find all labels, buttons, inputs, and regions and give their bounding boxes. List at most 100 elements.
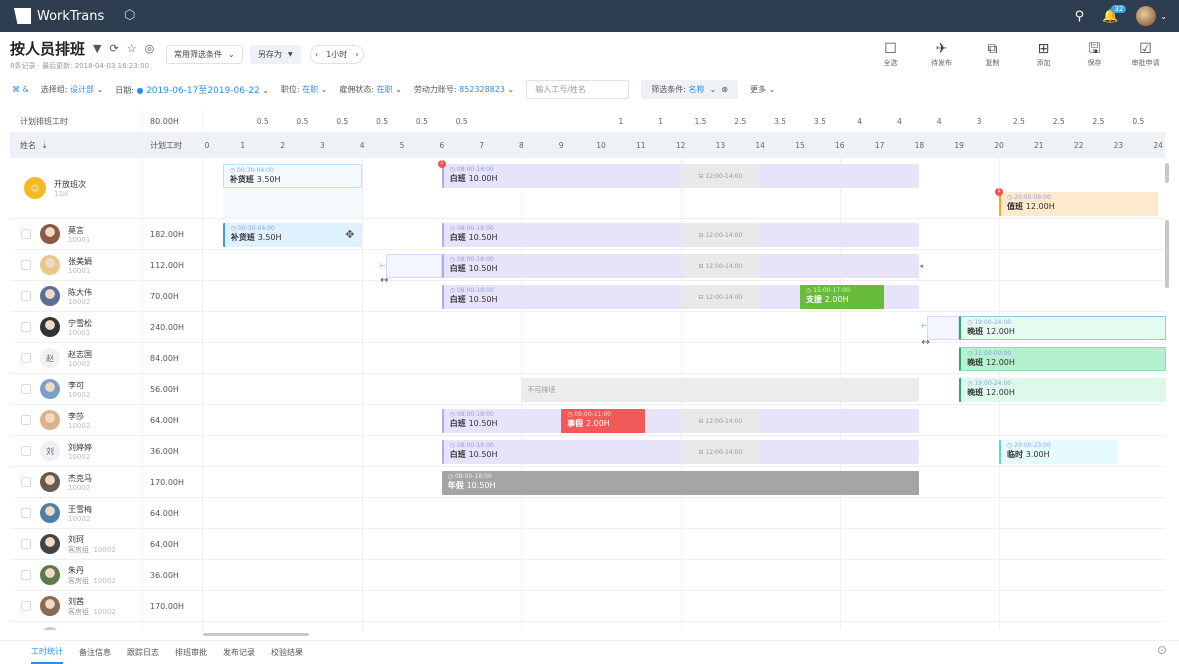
hour-tick: 12 (675, 141, 686, 150)
tab-4[interactable]: 发布记录 (223, 647, 255, 658)
row-checkbox[interactable] (21, 601, 31, 611)
hour-tick: 3 (320, 141, 325, 150)
shift-block[interactable]: ◷ 09:00-11:00 事假 2.00H (561, 409, 645, 433)
shift-block[interactable]: ◷ 15:00-17:00 支援 2.00H (800, 285, 884, 309)
clear-icon[interactable]: ⊗ (721, 85, 728, 94)
clipboard-check-icon: ☑ (1139, 41, 1152, 57)
shift-label: 支援 (806, 295, 822, 304)
add-button[interactable]: ⊞ 添加 (1018, 40, 1069, 68)
clock-icon: ◷ (449, 442, 457, 449)
shift-block[interactable]: ◷ 19:00-24:00 晚班 12.00H (959, 378, 1167, 402)
shift-drag-preview[interactable] (927, 316, 960, 340)
horizontal-scrollbar[interactable] (203, 633, 309, 636)
employment-filter[interactable]: 雇佣状态: 在职 ⌄ (339, 84, 402, 95)
row-checkbox[interactable] (21, 570, 31, 580)
command-icon[interactable]: ⌘ & (12, 85, 29, 94)
table-row: 刘珂 客房组 10002 64.00H (10, 529, 1165, 560)
row-checkbox[interactable] (21, 229, 31, 239)
shift-block[interactable]: ◷ 12:00-00:00 晚班 12.00H (959, 347, 1167, 371)
break-time: 12:00-14:00 (705, 172, 743, 180)
cube-icon[interactable]: ⬡ (124, 8, 135, 23)
hour-tick: 13 (715, 141, 726, 150)
hour-tick: 1 (240, 141, 246, 150)
row-checkbox[interactable] (21, 508, 31, 518)
send-button[interactable]: ✈ 待发布 (916, 40, 967, 68)
row-checkbox[interactable] (21, 322, 31, 332)
action-label: 复制 (985, 59, 1000, 67)
condition-filter[interactable]: 筛选条件: 名称 ⌄ ⊗ (641, 79, 739, 99)
collapse-icon[interactable]: ⊙ (1157, 643, 1167, 657)
row-checkbox[interactable] (21, 384, 31, 394)
planned-hours: 36.00H (143, 560, 203, 590)
star-icon[interactable]: ☆ (127, 42, 137, 55)
refresh-icon[interactable]: ⟳ (109, 42, 118, 55)
shift-block[interactable]: ◷ 20:00-23:00 临时 3.00H (999, 440, 1119, 464)
row-checkbox[interactable] (21, 539, 31, 549)
shift-drag-preview[interactable] (386, 254, 442, 278)
vertical-scrollbar[interactable] (1165, 163, 1169, 183)
move-icon[interactable]: ✥ (345, 228, 354, 241)
bell-icon[interactable]: 🔔 32 (1102, 4, 1127, 24)
date-filter[interactable]: 日期: ● 2019-06-17至2019-06-22 ⌄ (115, 83, 269, 96)
prev-icon[interactable]: ‹ (315, 50, 318, 59)
shift-block[interactable]: ◷ 00:30-04:00 补货班 3.50H (222, 164, 363, 188)
vertical-scrollbar[interactable] (1165, 220, 1169, 288)
planned-hours: 84.00H (143, 343, 203, 373)
position-filter[interactable]: 职位: 在职 ⌄ (281, 84, 328, 95)
sort-icon[interactable]: ⇣ (41, 141, 48, 150)
resize-handle-icon[interactable]: ⊢ (380, 262, 386, 270)
planned-hours: 182.00H (143, 219, 203, 249)
plan-hours-label: 计划排班工时 (10, 110, 143, 132)
tab-1[interactable]: 备注信息 (79, 647, 111, 658)
break-block: ⊟ 12:00-14:00 (680, 254, 761, 278)
resize-handle-icon[interactable]: ⊢ (921, 322, 927, 330)
save-button[interactable]: 🖫 保存 (1069, 40, 1120, 68)
clipboard-check-button[interactable]: ☑ 审批申请 (1120, 40, 1171, 68)
tab-2[interactable]: 跟踪日志 (127, 647, 159, 658)
common-filters-dropdown[interactable]: 常用筛选条件 ⌄ (166, 45, 243, 64)
next-icon[interactable]: › (355, 50, 358, 59)
shift-block[interactable]: ◷ 20:00-08:00 值班 12.00H (999, 192, 1159, 216)
hour-tick: 16 (835, 141, 845, 150)
avatar (40, 379, 60, 399)
row-checkbox[interactable] (21, 477, 31, 487)
avatar (40, 627, 60, 630)
row-checkbox[interactable] (21, 446, 31, 456)
name-column-header: 姓名 (20, 140, 36, 150)
shift-time: 00:30-04:00 (237, 167, 274, 174)
chevron-down-icon[interactable]: ⌄ (1160, 12, 1167, 21)
save-as-dropdown[interactable]: 另存为 ▼ (250, 45, 301, 64)
shift-block[interactable]: ◷ 00:30-04:00 补货班 3.50H (222, 223, 363, 247)
tab-0[interactable]: 工时统计 (31, 641, 63, 664)
group-filter[interactable]: 选择组: 设计部 ⌄ (41, 84, 104, 95)
account-filter[interactable]: 劳动力账号: 852328823 ⌄ (414, 84, 514, 95)
eye-icon[interactable]: ◎ (145, 42, 155, 55)
shift-hours: 10.50H (468, 450, 498, 459)
employee-id: 10002 (68, 452, 91, 461)
employee-name: 刘茜 (68, 596, 84, 606)
avatar[interactable] (1136, 6, 1157, 26)
caret-down-icon[interactable]: ▼ (93, 42, 101, 55)
row-checkbox[interactable] (21, 260, 31, 270)
copy-button[interactable]: ⧉ 复制 (967, 40, 1018, 68)
row-checkbox[interactable] (21, 291, 31, 301)
hour-tick: 2 (280, 141, 285, 150)
row-checkbox[interactable] (21, 415, 31, 425)
logo[interactable]: WorkTrans (14, 8, 104, 24)
resize-handle-icon[interactable]: ◂ (919, 262, 923, 270)
checkbox-button[interactable]: ☐ 全选 (865, 40, 916, 68)
break-block: ⊟ 12:00-14:00 (680, 223, 761, 247)
more-dropdown[interactable]: 更多 ⌄ (750, 84, 775, 95)
shift-label: 补货班 (229, 175, 254, 184)
tab-3[interactable]: 排班审批 (175, 647, 207, 658)
shift-block[interactable]: ◷ 08:00-18:00 年假 10.50H (441, 471, 920, 495)
resize-cursor-icon: ↔ (380, 275, 389, 286)
tab-5[interactable]: 校验结果 (271, 647, 303, 658)
search-input[interactable]: 输入工号/姓名 (526, 79, 630, 99)
break-time: 12:00-14:00 (705, 262, 743, 270)
employee-id: 10001 (68, 266, 91, 275)
row-checkbox[interactable] (21, 353, 31, 363)
shift-block[interactable]: ◷ 19:00-24:00 晚班 12.00H (959, 316, 1167, 340)
time-unit-stepper[interactable]: ‹ 1小时 › (310, 45, 364, 64)
search-icon[interactable]: ⚲ (1075, 9, 1085, 24)
